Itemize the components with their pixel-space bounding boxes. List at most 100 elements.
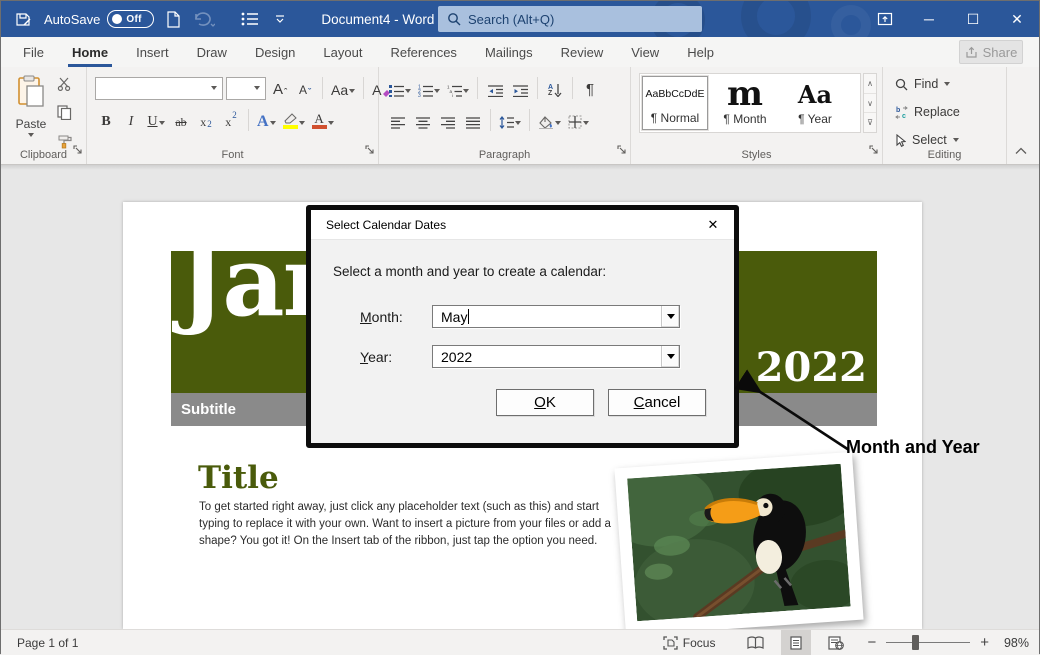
- show-hide-pilcrow-button[interactable]: ¶: [579, 76, 601, 100]
- change-case-button[interactable]: Aa: [329, 76, 357, 100]
- borders-button[interactable]: [566, 108, 591, 132]
- titlebar-decoration: [741, 1, 811, 37]
- cancel-button[interactable]: Cancel: [608, 389, 706, 416]
- highlight-color-button[interactable]: [281, 108, 307, 132]
- tab-home[interactable]: Home: [58, 37, 122, 67]
- gallery-scroll-up-icon[interactable]: ∧: [864, 74, 876, 94]
- superscript-button[interactable]: x2: [220, 108, 242, 132]
- style-name: ¶ Month: [723, 112, 766, 126]
- find-button[interactable]: Find: [895, 73, 1006, 95]
- multilevel-list-button[interactable]: 1ai: [445, 76, 471, 100]
- customize-qat-chevron-icon[interactable]: [275, 14, 285, 24]
- clipboard-dialog-launcher-icon[interactable]: [73, 142, 83, 160]
- bold-button[interactable]: B: [95, 108, 117, 132]
- focus-mode-button[interactable]: Focus: [654, 630, 725, 655]
- numbering-button[interactable]: 123: [416, 76, 442, 100]
- undo-icon[interactable]: [193, 11, 215, 27]
- zoom-level[interactable]: 98%: [991, 636, 1029, 650]
- search-box[interactable]: Search (Alt+Q): [438, 6, 702, 32]
- increase-indent-button[interactable]: [509, 76, 531, 100]
- collapse-ribbon-icon[interactable]: [1015, 146, 1027, 158]
- document-title: Document4 - Word: [321, 12, 434, 27]
- print-layout-button[interactable]: [781, 630, 811, 655]
- minimize-button[interactable]: ─: [907, 1, 951, 37]
- highlight-color-swatch: [283, 125, 298, 129]
- zoom-out-button[interactable]: −: [865, 634, 878, 651]
- ok-button[interactable]: OK: [496, 389, 594, 416]
- document-body-text[interactable]: To get started right away, just click an…: [199, 499, 623, 550]
- tab-draw[interactable]: Draw: [183, 37, 241, 67]
- italic-button[interactable]: I: [120, 108, 142, 132]
- cut-icon[interactable]: [57, 77, 73, 96]
- align-right-button[interactable]: [437, 108, 459, 132]
- autosave-toggle[interactable]: AutoSave Off: [44, 10, 154, 28]
- tab-layout[interactable]: Layout: [309, 37, 376, 67]
- gallery-more-icon[interactable]: ⊽: [864, 113, 876, 132]
- dialog-title-bar[interactable]: Select Calendar Dates ✕: [311, 210, 734, 240]
- document-title-placeholder[interactable]: Title: [198, 460, 279, 496]
- zoom-slider[interactable]: [886, 642, 970, 643]
- read-mode-button[interactable]: [738, 630, 773, 655]
- year-combobox[interactable]: 2022: [432, 345, 680, 368]
- web-layout-button[interactable]: [819, 630, 853, 655]
- gallery-scroll-down-icon[interactable]: ∨: [864, 94, 876, 114]
- tab-view[interactable]: View: [617, 37, 673, 67]
- chevron-down-icon: [211, 86, 217, 90]
- page-indicator[interactable]: Page 1 of 1: [1, 636, 78, 650]
- styles-dialog-launcher-icon[interactable]: [869, 142, 879, 160]
- style-card-normal[interactable]: AaBbCcDdE ¶ Normal: [642, 76, 708, 130]
- subscript-button[interactable]: x2: [195, 108, 217, 132]
- month-label: Month:: [360, 309, 403, 325]
- month-dropdown-button[interactable]: [661, 306, 679, 327]
- photo-frame[interactable]: [614, 452, 863, 636]
- tab-file[interactable]: File: [9, 37, 58, 67]
- quick-access-list-icon[interactable]: [241, 12, 259, 26]
- zoom-in-button[interactable]: +: [978, 634, 991, 651]
- tab-insert[interactable]: Insert: [122, 37, 183, 67]
- autosave-switch[interactable]: Off: [107, 10, 154, 28]
- divider: [248, 109, 249, 131]
- tab-review[interactable]: Review: [547, 37, 618, 67]
- paragraph-dialog-launcher-icon[interactable]: [617, 142, 627, 160]
- bullets-button[interactable]: [387, 76, 413, 100]
- select-button[interactable]: Select: [895, 129, 1006, 151]
- ribbon-display-options-icon[interactable]: [863, 1, 907, 37]
- svg-text:b: b: [896, 107, 900, 114]
- year-dropdown-button[interactable]: [661, 346, 679, 367]
- font-color-button[interactable]: A: [310, 108, 336, 132]
- sort-button[interactable]: A Z: [544, 76, 566, 100]
- save-icon[interactable]: [15, 11, 32, 28]
- decrease-indent-button[interactable]: [484, 76, 506, 100]
- style-card-year[interactable]: Aa ¶ Year: [782, 76, 848, 130]
- justify-button[interactable]: [462, 108, 484, 132]
- shading-button[interactable]: [536, 108, 563, 132]
- paste-button[interactable]: Paste: [9, 75, 53, 137]
- font-dialog-launcher-icon[interactable]: [365, 142, 375, 160]
- text-cursor: [468, 309, 469, 324]
- maximize-button[interactable]: ☐: [951, 1, 995, 37]
- align-center-button[interactable]: [412, 108, 434, 132]
- zoom-slider-thumb[interactable]: [912, 635, 919, 650]
- share-button[interactable]: Share: [959, 40, 1023, 64]
- grow-font-button[interactable]: Aˆ: [269, 76, 291, 100]
- group-clipboard: Paste Clipboard: [1, 67, 87, 164]
- dialog-close-icon[interactable]: ✕: [702, 217, 724, 233]
- text-effects-button[interactable]: A: [255, 108, 278, 132]
- underline-button[interactable]: U: [145, 108, 167, 132]
- strikethrough-button[interactable]: ab: [170, 108, 192, 132]
- font-size-combobox[interactable]: [226, 77, 266, 100]
- replace-button[interactable]: bc Replace: [895, 101, 1006, 123]
- line-spacing-button[interactable]: [497, 108, 523, 132]
- align-left-button[interactable]: [387, 108, 409, 132]
- tab-help[interactable]: Help: [673, 37, 728, 67]
- font-name-combobox[interactable]: [95, 77, 223, 100]
- new-document-icon[interactable]: [166, 11, 181, 28]
- month-combobox[interactable]: May: [432, 305, 680, 328]
- copy-icon[interactable]: [57, 105, 73, 125]
- style-card-month[interactable]: m ¶ Month: [712, 76, 778, 130]
- tab-references[interactable]: References: [376, 37, 470, 67]
- tab-design[interactable]: Design: [241, 37, 309, 67]
- close-button[interactable]: ✕: [995, 1, 1039, 37]
- tab-mailings[interactable]: Mailings: [471, 37, 547, 67]
- shrink-font-button[interactable]: Aˇ: [294, 76, 316, 100]
